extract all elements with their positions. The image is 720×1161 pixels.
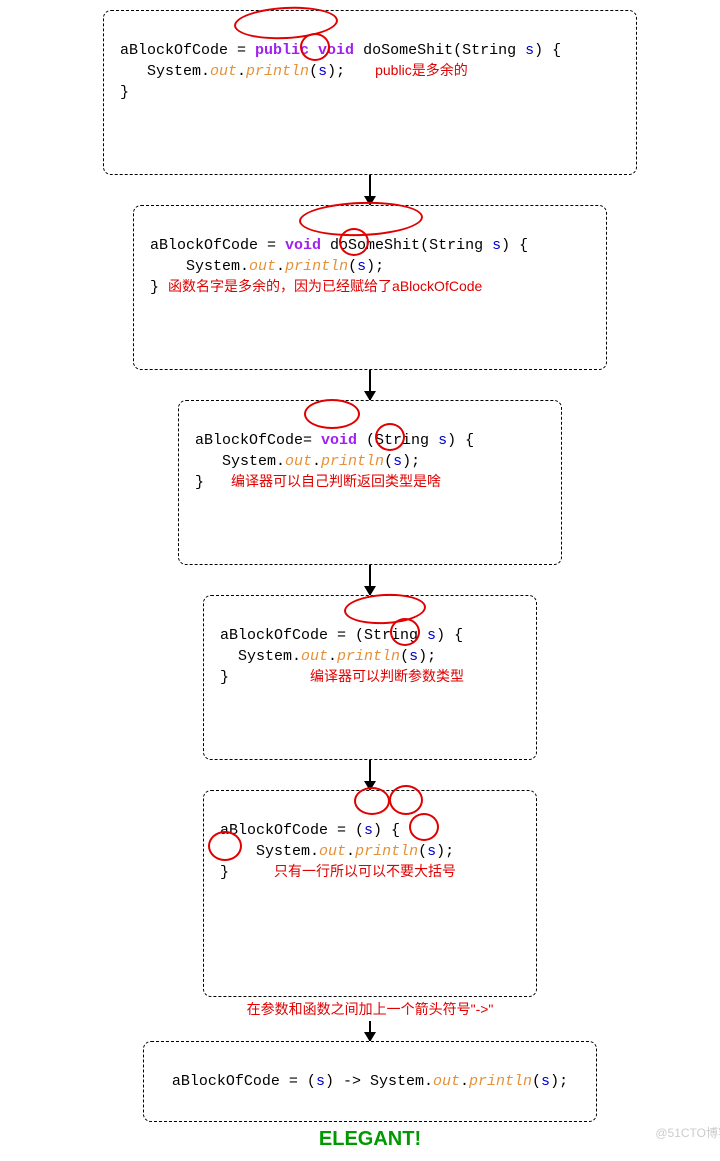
highlight-circle (298, 200, 423, 238)
code-text: ); (550, 1073, 568, 1090)
code-text: System. (220, 648, 301, 665)
arrow-icon (369, 175, 371, 205)
keyword-void: void (309, 42, 354, 59)
keyword-void: void (285, 237, 321, 254)
code-text: . (328, 648, 337, 665)
step-4-box: aBlockOfCode = (String s) { System.out.p… (203, 595, 537, 760)
param-s: s (492, 237, 501, 254)
highlight-circle (409, 813, 439, 841)
param-s: s (438, 432, 447, 449)
method-println: println (355, 843, 418, 860)
code-text: System. (220, 843, 319, 860)
code-text: ) { (373, 822, 400, 839)
annotation: 函数名字是多余的，因为已经赋给了aBlockOfCode (168, 278, 482, 294)
field-out: out (210, 63, 237, 80)
code-text: ( (400, 648, 409, 665)
code-text: doSomeShit(String (354, 42, 525, 59)
code-text: . (346, 843, 355, 860)
highlight-circle (304, 399, 360, 429)
step-6-box: aBlockOfCode = (s) -> System.out.println… (143, 1041, 597, 1122)
flowchart: aBlockOfCode = public void doSomeShit(St… (10, 10, 720, 1151)
elegant-label: ELEGANT! (319, 1128, 421, 1151)
highlight-circle (233, 4, 339, 41)
arrow-icon (369, 760, 371, 790)
method-println: println (321, 453, 384, 470)
arg-s: s (318, 63, 327, 80)
code-text: aBlockOfCode = ( (172, 1073, 316, 1090)
method-println: println (469, 1073, 532, 1090)
arg-s: s (409, 648, 418, 665)
code-text: aBlockOfCode = ( (220, 822, 364, 839)
code-text: . (312, 453, 321, 470)
annotation: 编译器可以判断参数类型 (310, 668, 464, 684)
code-text: doSomeShit(String (321, 237, 492, 254)
annotation: 编译器可以自己判断返回类型是啥 (231, 473, 441, 489)
arrow-annotation: 在参数和函数之间加上一个箭头符号"->" (247, 999, 494, 1019)
field-out: out (249, 258, 276, 275)
code-text: ); (418, 648, 436, 665)
code-text: aBlockOfCode = (120, 42, 255, 59)
code-text: ); (402, 453, 420, 470)
highlight-circle (343, 592, 426, 626)
arrow-icon (369, 565, 371, 595)
method-println: println (285, 258, 348, 275)
method-println: println (246, 63, 309, 80)
code-text: ) { (447, 432, 474, 449)
code-text: ); (366, 258, 384, 275)
code-text: aBlockOfCode= (195, 432, 321, 449)
arrow-icon (369, 1021, 371, 1041)
code-text: ( (348, 258, 357, 275)
code-text: ( (532, 1073, 541, 1090)
code-text: ( (384, 453, 393, 470)
field-out: out (433, 1073, 460, 1090)
code-text: } (220, 864, 229, 881)
code-text: System. (120, 63, 210, 80)
arg-s: s (427, 843, 436, 860)
code-text: aBlockOfCode = (String (220, 627, 427, 644)
highlight-circle (389, 785, 423, 815)
code-text: ); (436, 843, 454, 860)
watermark: @51CTO博客 (655, 1124, 720, 1141)
arg-s: s (357, 258, 366, 275)
code-text: (String (357, 432, 438, 449)
param-s: s (316, 1073, 325, 1090)
param-s: s (427, 627, 436, 644)
field-out: out (285, 453, 312, 470)
code-text: . (276, 258, 285, 275)
step-3-box: aBlockOfCode= void (String s) { System.o… (178, 400, 562, 565)
code-text: System. (195, 453, 285, 470)
code-text: ) { (534, 42, 561, 59)
step-5-box: aBlockOfCode = (s) { System.out.println(… (203, 790, 537, 997)
code-text: ) { (436, 627, 463, 644)
code-text: ( (309, 63, 318, 80)
arg-s: s (393, 453, 402, 470)
code-text: ( (418, 843, 427, 860)
param-s: s (364, 822, 373, 839)
keyword-void: void (321, 432, 357, 449)
step-2-box: aBlockOfCode = void doSomeShit(String s)… (133, 205, 607, 370)
code-text: ) -> System. (325, 1073, 433, 1090)
method-println: println (337, 648, 400, 665)
code-text: ) { (501, 237, 528, 254)
step-1-box: aBlockOfCode = public void doSomeShit(St… (103, 10, 637, 175)
field-out: out (301, 648, 328, 665)
param-s: s (525, 42, 534, 59)
arrow-icon (369, 370, 371, 400)
code-text: } (150, 279, 159, 296)
field-out: out (319, 843, 346, 860)
code-text: System. (150, 258, 249, 275)
keyword-public: public (255, 42, 309, 59)
code-text: ); (327, 63, 345, 80)
code-text: } (220, 669, 229, 686)
code-text: } (195, 474, 204, 491)
annotation: public是多余的 (375, 62, 468, 78)
annotation: 只有一行所以可以不要大括号 (274, 863, 456, 879)
code-text: aBlockOfCode = (150, 237, 285, 254)
code-text: . (237, 63, 246, 80)
highlight-circle (354, 787, 390, 815)
arg-s: s (541, 1073, 550, 1090)
code-text: . (460, 1073, 469, 1090)
code-text: } (120, 84, 129, 101)
